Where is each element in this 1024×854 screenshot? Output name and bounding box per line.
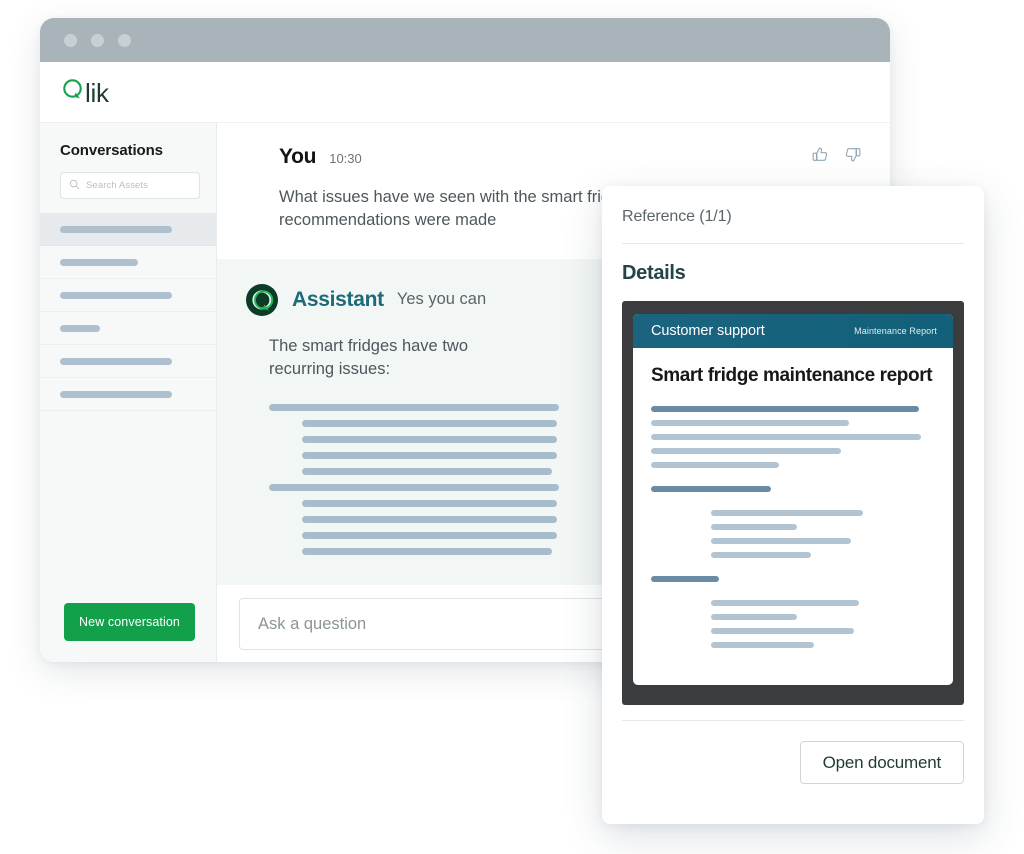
assistant-placeholder-bar xyxy=(302,499,557,507)
document-page: Customer support Maintenance Report Smar… xyxy=(633,314,953,685)
conversation-placeholder-bar xyxy=(60,258,138,266)
conversation-list-item[interactable] xyxy=(40,246,216,279)
document-heading-bar xyxy=(651,405,919,412)
document-skeleton-lines xyxy=(651,405,935,656)
document-placeholder-bar xyxy=(651,433,921,440)
open-document-button[interactable]: Open document xyxy=(799,741,964,784)
reference-panel: Reference (1/1) Details Customer support… xyxy=(602,186,984,824)
conversation-placeholder-bar xyxy=(60,324,100,332)
thumbs-up-icon[interactable] xyxy=(811,145,830,169)
brand-bar: lik xyxy=(40,62,890,123)
sidebar-title: Conversations xyxy=(60,142,163,159)
document-header-left: Customer support xyxy=(651,323,765,339)
assistant-placeholder-bar xyxy=(302,547,552,555)
conversation-list-item[interactable] xyxy=(40,378,216,411)
document-placeholder-bar xyxy=(651,447,841,454)
document-header-right: Maintenance Report xyxy=(854,326,937,336)
assistant-placeholder-bar xyxy=(302,467,552,475)
search-assets-input[interactable]: Search Assets xyxy=(60,172,200,199)
conversation-list-item[interactable] xyxy=(40,312,216,345)
assistant-placeholder-bar xyxy=(269,483,559,491)
maximize-dot[interactable] xyxy=(118,33,131,47)
assistant-placeholder-bar xyxy=(302,531,557,539)
minimize-dot[interactable] xyxy=(91,33,104,47)
document-heading-bar xyxy=(651,575,719,582)
assistant-message-text: The smart fridges have two recurring iss… xyxy=(269,336,468,379)
document-heading: Smart fridge maintenance report xyxy=(651,365,933,386)
conversation-list-item[interactable] xyxy=(40,213,216,246)
window-title-bar xyxy=(40,18,890,62)
assistant-placeholder-bar xyxy=(302,419,557,427)
details-heading: Details xyxy=(622,262,686,284)
document-placeholder-bar xyxy=(651,461,779,468)
document-heading-bar xyxy=(651,485,771,492)
document-spacer xyxy=(651,566,935,576)
assistant-placeholder-bar xyxy=(269,403,559,411)
assistant-name: Assistant xyxy=(292,287,384,311)
reference-panel-title: Reference (1/1) xyxy=(622,208,732,225)
assistant-placeholder-bar xyxy=(302,451,557,459)
search-placeholder: Search Assets xyxy=(86,180,149,191)
conversation-list xyxy=(40,213,216,411)
new-conversation-button[interactable]: New conversation xyxy=(64,603,195,641)
document-placeholder-bar xyxy=(711,627,854,634)
assistant-placeholder-bar xyxy=(302,515,557,523)
search-icon xyxy=(69,177,80,195)
document-preview[interactable]: Customer support Maintenance Report Smar… xyxy=(622,301,964,705)
qlik-assistant-avatar-icon xyxy=(245,283,279,317)
document-placeholder-bar xyxy=(711,613,797,620)
document-spacer xyxy=(651,500,935,510)
assistant-status: Yes you can xyxy=(396,290,487,309)
feedback-icons xyxy=(811,145,862,169)
document-placeholder-bar xyxy=(711,509,863,516)
document-placeholder-bar xyxy=(711,523,797,530)
conversation-placeholder-bar xyxy=(60,225,172,233)
user-message-header: You 10:30 xyxy=(279,145,860,169)
document-header-bar: Customer support Maintenance Report xyxy=(633,314,953,348)
document-placeholder-bar xyxy=(711,551,811,558)
panel-divider xyxy=(622,720,964,721)
qlik-wordmark: lik xyxy=(85,77,109,108)
document-spacer xyxy=(651,476,935,486)
user-timestamp: 10:30 xyxy=(329,151,362,166)
document-placeholder-bar xyxy=(711,537,851,544)
qlik-q-icon xyxy=(62,76,84,102)
conversation-placeholder-bar xyxy=(60,291,172,299)
conversation-placeholder-bar xyxy=(60,390,172,398)
user-name: You xyxy=(279,145,317,168)
close-dot[interactable] xyxy=(64,33,77,47)
thumbs-down-icon[interactable] xyxy=(843,145,862,169)
document-placeholder-bar xyxy=(711,641,814,648)
conversation-list-item[interactable] xyxy=(40,345,216,378)
conversation-list-item[interactable] xyxy=(40,279,216,312)
assistant-placeholder-bar xyxy=(302,435,557,443)
qlik-logo[interactable]: lik xyxy=(62,76,109,109)
document-placeholder-bar xyxy=(711,599,859,606)
sidebar: Conversations Search Assets New conversa… xyxy=(40,123,217,662)
document-placeholder-bar xyxy=(651,419,849,426)
conversation-placeholder-bar xyxy=(60,357,172,365)
document-spacer xyxy=(651,590,935,600)
